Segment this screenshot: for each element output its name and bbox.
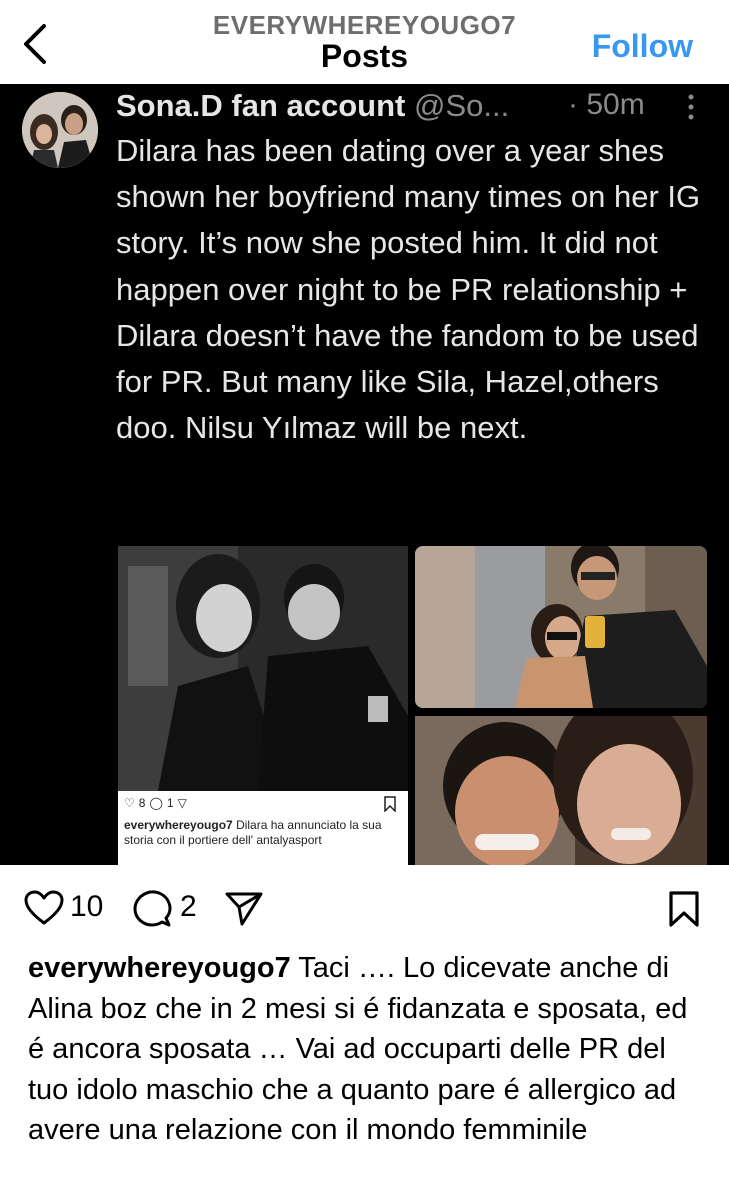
caption-username[interactable]: everywhereyougo7: [28, 952, 291, 984]
heart-icon: ♡: [124, 796, 135, 810]
action-bar: 10 2: [0, 880, 729, 936]
comment-bubble-icon[interactable]: [132, 888, 172, 928]
comment-count: 2: [180, 890, 197, 923]
embedded-caption-user: everywhereyougo7: [124, 818, 233, 832]
tweet-text: Dilara has been dating over a year shes …: [116, 133, 701, 446]
comment-icon: ◯: [149, 796, 163, 810]
embedded-comments: 1: [166, 796, 174, 810]
tweet-time: · 50m: [568, 88, 645, 121]
save-bookmark-icon[interactable]: [668, 890, 700, 928]
couple-closeup-photo: [415, 716, 707, 865]
share-icon: ▽: [177, 796, 187, 810]
share-paper-plane-icon[interactable]: [224, 890, 264, 926]
like-heart-icon[interactable]: [24, 890, 64, 926]
follow-button[interactable]: Follow: [592, 28, 693, 65]
embedded-post-stats: ♡ 8 ◯ 1 ▽: [124, 796, 187, 810]
post-caption: everywhereyougo7 Taci …. Lo dicevate anc…: [28, 948, 708, 1151]
elevator-selfie-photo: [415, 546, 707, 708]
embedded-caption: everywhereyougo7 Dilara ha annunciato la…: [124, 818, 404, 848]
like-count: 10: [70, 890, 104, 923]
more-dots-icon: [688, 94, 694, 120]
embedded-likes: 8: [138, 796, 146, 810]
tweet-avatar: [22, 92, 98, 168]
couple-photo-bw: [118, 546, 408, 791]
tweet-author: Sona.D fan account @So...: [116, 88, 509, 124]
bookmark-icon: [384, 796, 396, 812]
tweet-display-name: Sona.D fan account: [116, 88, 406, 123]
post-image[interactable]: Sona.D fan account @So... · 50m Dilara h…: [0, 84, 729, 865]
top-bar: EVERYWHEREYOUGO7 Posts Follow: [0, 0, 729, 84]
tweet-handle: @So...: [414, 88, 510, 123]
embedded-post-photo: ♡ 8 ◯ 1 ▽ everywhereyougo7 Dilara ha ann…: [118, 546, 408, 865]
